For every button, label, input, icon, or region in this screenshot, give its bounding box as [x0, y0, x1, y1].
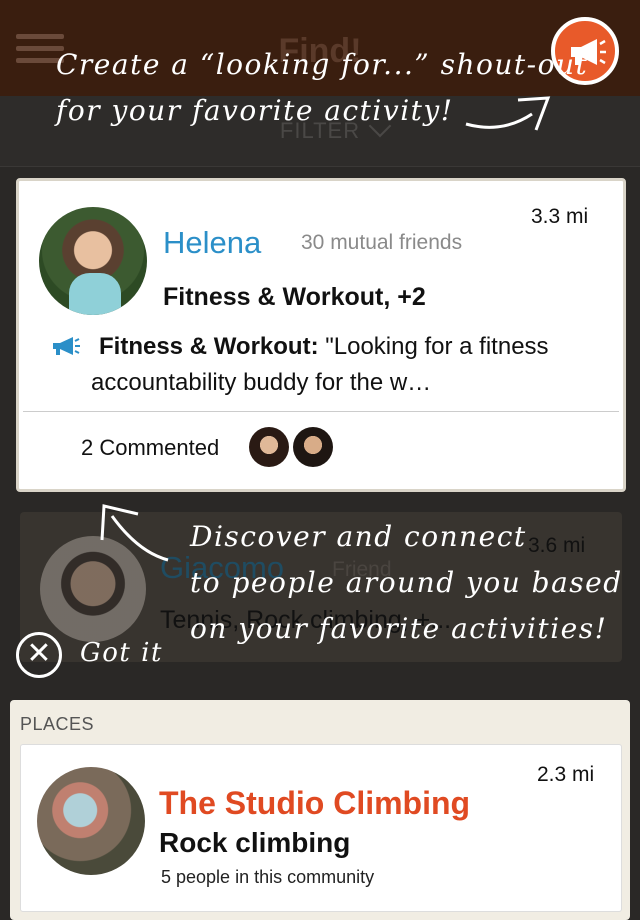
- tip-text: on your favorite activities!: [190, 612, 608, 645]
- distance: 2.3 mi: [537, 763, 595, 786]
- close-icon[interactable]: ✕: [16, 632, 62, 678]
- avatar: [39, 207, 147, 315]
- community-count: 5 people in this community: [161, 867, 375, 887]
- tip-text: to people around you based: [190, 566, 623, 599]
- mutual-friends: 30 mutual friends: [301, 231, 463, 254]
- tip-text: Discover and connect: [190, 520, 527, 553]
- person-card[interactable]: Helena 30 mutual friends 3.3 mi Fitness …: [16, 178, 626, 492]
- distance: 3.3 mi: [531, 205, 589, 228]
- distance: 3.6 mi: [528, 534, 586, 557]
- commenter-avatar: [249, 427, 289, 467]
- place-name[interactable]: The Studio Climbing: [159, 785, 470, 822]
- person-activities: Fitness & Workout, +2: [163, 283, 426, 311]
- shoutout-activity: Fitness & Workout:: [99, 333, 319, 360]
- arrow-icon: [465, 96, 551, 131]
- tip-text: for your favorite activity!: [56, 94, 454, 127]
- comment-count[interactable]: 2 Commented: [81, 435, 219, 461]
- place-activity: Rock climbing: [159, 827, 351, 858]
- commenter-avatar: [293, 427, 333, 467]
- person-name[interactable]: Helena: [163, 225, 261, 261]
- places-section: PLACES 2.3 mi The Studio Climbing Rock c…: [10, 700, 630, 920]
- arrow-icon: [100, 504, 169, 562]
- divider: [23, 411, 619, 412]
- section-header: PLACES: [20, 714, 95, 734]
- place-image: [37, 767, 145, 875]
- tip-text: Create a “looking for...” shout-out: [56, 48, 589, 81]
- shoutout-text: Fitness & Workout: "Looking for a fitnes…: [91, 329, 601, 401]
- got-it-button[interactable]: Got it: [80, 638, 163, 668]
- place-card[interactable]: 2.3 mi The Studio Climbing Rock climbing…: [20, 744, 622, 912]
- megaphone-icon: [53, 337, 80, 355]
